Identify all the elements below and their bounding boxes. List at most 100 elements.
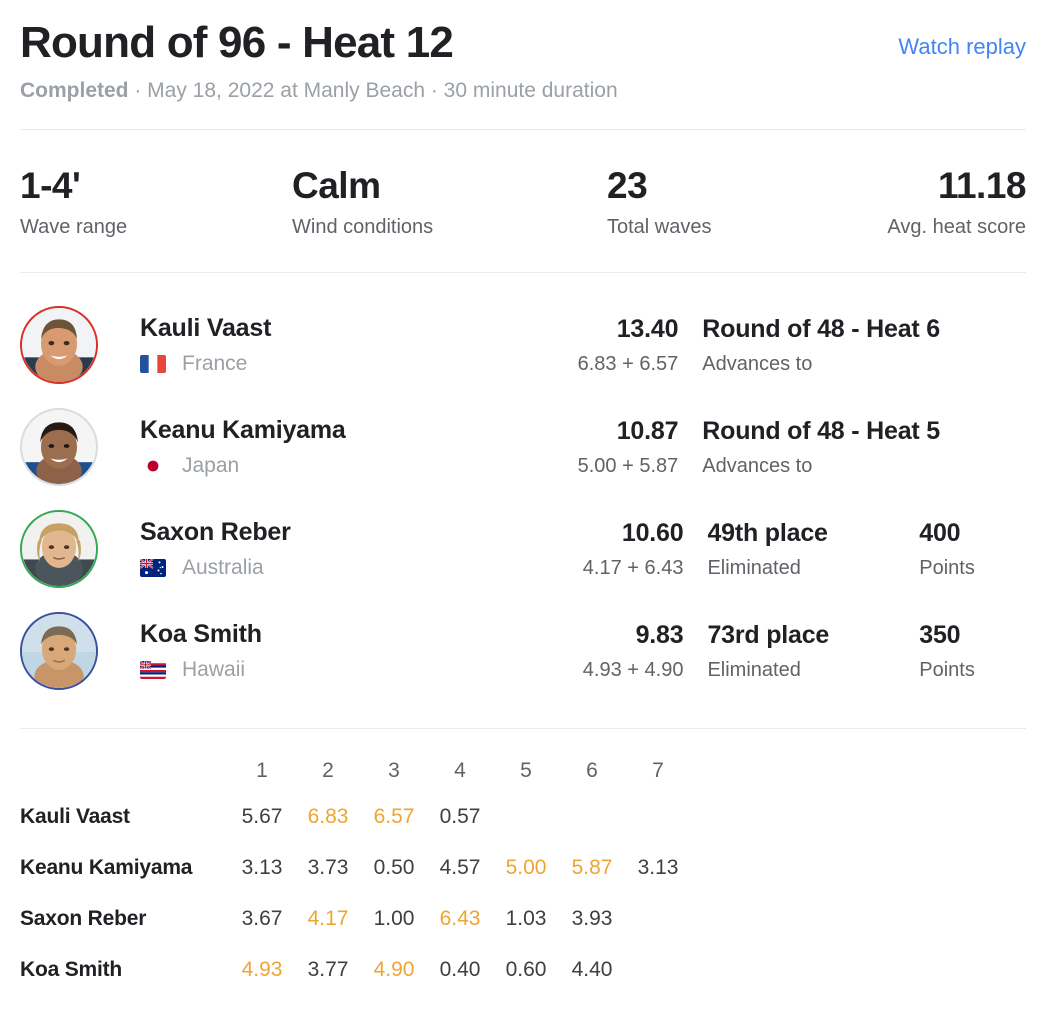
stat-value: 1-4' bbox=[20, 164, 81, 206]
country-name: Australia bbox=[182, 556, 264, 580]
avatar-photo bbox=[22, 512, 96, 586]
avatar bbox=[20, 408, 98, 486]
athlete-identity: Saxon Reber Australia bbox=[140, 517, 528, 580]
stat-label: Avg. heat score bbox=[887, 216, 1026, 238]
wave-row-athlete: Kauli Vaast bbox=[20, 804, 130, 828]
athlete-identity: Koa Smith Hawaii bbox=[140, 619, 528, 682]
avatar-photo bbox=[22, 614, 96, 688]
wave-score-cell: 3.13 bbox=[637, 855, 679, 879]
wave-score-cell: 3.77 bbox=[307, 957, 349, 981]
score-total: 10.87 bbox=[616, 417, 679, 445]
country-line: Australia bbox=[140, 555, 528, 580]
avatar-photo bbox=[22, 308, 96, 382]
wave-column-header: 3 bbox=[388, 759, 400, 782]
table-row: Keanu Kamiyama 3.13 3.73 0.50 4.57 5.00 … bbox=[20, 842, 691, 893]
athlete-row[interactable]: Koa Smith Hawaii 9.83 4.93 + 4.90 73rd p… bbox=[20, 600, 1026, 702]
athlete-results-list: Kauli Vaast France 13.40 6.83 + 6.57 Rou… bbox=[20, 273, 1026, 702]
wave-column-header: 7 bbox=[652, 759, 664, 782]
athlete-row[interactable]: Saxon Reber Australia 10.60 4.17 + 6.43 … bbox=[20, 498, 1026, 600]
wave-score-cell: 4.90 bbox=[373, 957, 415, 981]
wave-row-athlete: Koa Smith bbox=[20, 957, 123, 981]
wave-row-athlete: Keanu Kamiyama bbox=[20, 855, 193, 879]
title-row: Round of 96 - Heat 12 Watch replay bbox=[20, 18, 1026, 67]
portrait-saxon-reber bbox=[22, 512, 96, 586]
wave-scores-table: 1 2 3 4 5 6 7 Kauli Vaast 5.67 6.83 6.57… bbox=[20, 751, 691, 995]
wave-score-cell: 5.00 bbox=[505, 855, 547, 879]
points-column: 350 Points bbox=[919, 620, 1026, 682]
score-total: 10.60 bbox=[621, 519, 684, 547]
status-badge: Completed bbox=[20, 79, 129, 103]
wave-score-cell: 0.50 bbox=[373, 855, 415, 879]
watch-replay-link[interactable]: Watch replay bbox=[898, 36, 1026, 58]
flag-france-svg bbox=[140, 355, 166, 373]
result-column: 49th place Eliminated bbox=[707, 518, 911, 580]
wave-score-cell bbox=[625, 944, 691, 995]
points-value: 350 bbox=[919, 621, 961, 649]
heat-results-page: Round of 96 - Heat 12 Watch replay Compl… bbox=[0, 0, 1046, 1032]
page-title: Round of 96 - Heat 12 bbox=[20, 18, 454, 67]
stat-total-waves: 23 Total waves bbox=[607, 165, 877, 239]
athlete-row[interactable]: Kauli Vaast France 13.40 6.83 + 6.57 Rou… bbox=[20, 294, 1026, 396]
wave-score-cell: 1.03 bbox=[505, 906, 547, 930]
score-total: 9.83 bbox=[635, 621, 684, 649]
flag-france-icon bbox=[140, 355, 166, 373]
stat-wave-range: 1-4' Wave range bbox=[20, 165, 292, 239]
stat-value: 23 bbox=[607, 164, 648, 206]
wave-score-cell: 3.13 bbox=[241, 855, 283, 879]
result-main: Round of 48 - Heat 6 bbox=[702, 315, 940, 343]
wave-score-cell bbox=[493, 791, 559, 842]
score-breakdown: 4.93 + 4.90 bbox=[582, 659, 684, 681]
wave-score-cell bbox=[559, 791, 625, 842]
score-breakdown: 5.00 + 5.87 bbox=[577, 455, 679, 477]
result-column: 73rd place Eliminated bbox=[707, 620, 911, 682]
stat-wind-conditions: Calm Wind conditions bbox=[292, 165, 607, 239]
divider-waves bbox=[20, 728, 1026, 729]
wave-score-cell: 1.00 bbox=[373, 906, 415, 930]
conditions-stats: 1-4' Wave range Calm Wind conditions 23 … bbox=[20, 130, 1027, 239]
country-name: France bbox=[182, 352, 248, 376]
wave-score-cell: 0.60 bbox=[505, 957, 547, 981]
flag-japan-svg bbox=[140, 457, 166, 475]
athlete-name: Keanu Kamiyama bbox=[140, 416, 346, 445]
wave-column-header: 6 bbox=[586, 759, 598, 782]
wave-column-header: 4 bbox=[454, 759, 466, 782]
wave-score-cell: 4.40 bbox=[571, 957, 613, 981]
heat-subtitle: Completed · May 18, 2022 at Manly Beach … bbox=[20, 77, 1026, 104]
portrait-kauli-vaast bbox=[22, 308, 96, 382]
wave-score-cell: 4.17 bbox=[307, 906, 349, 930]
country-line: France bbox=[140, 351, 524, 376]
wave-table-head: 1 2 3 4 5 6 7 bbox=[20, 751, 691, 791]
wave-score-cell: 5.87 bbox=[571, 855, 613, 879]
result-column: Round of 48 - Heat 6 Advances to bbox=[702, 314, 940, 376]
avatar bbox=[20, 612, 98, 690]
athlete-row[interactable]: Keanu Kamiyama Japan 10.87 5.00 + 5.87 R… bbox=[20, 396, 1026, 498]
result-main: 73rd place bbox=[707, 621, 830, 649]
athlete-name: Kauli Vaast bbox=[140, 314, 272, 343]
stat-label: Wave range bbox=[20, 216, 128, 238]
athlete-name: Koa Smith bbox=[140, 620, 262, 649]
portrait-keanu-kamiyama bbox=[22, 410, 96, 484]
stat-label: Total waves bbox=[607, 216, 712, 238]
athlete-identity: Kauli Vaast France bbox=[140, 313, 524, 376]
score-column: 10.87 5.00 + 5.87 bbox=[524, 416, 679, 478]
points-label: Points bbox=[919, 557, 975, 579]
result-main: Round of 48 - Heat 5 bbox=[702, 417, 940, 445]
result-column: Round of 48 - Heat 5 Advances to bbox=[702, 416, 940, 478]
flag-hawaii-svg bbox=[140, 661, 166, 679]
stat-value: 11.18 bbox=[937, 164, 1027, 206]
wave-row-athlete: Saxon Reber bbox=[20, 906, 147, 930]
table-row: Kauli Vaast 5.67 6.83 6.57 0.57 bbox=[20, 791, 691, 842]
stat-label: Wind conditions bbox=[292, 216, 434, 238]
wave-score-cell: 0.57 bbox=[439, 804, 481, 828]
wave-score-cell: 3.73 bbox=[307, 855, 349, 879]
heat-meta: · May 18, 2022 at Manly Beach · 30 minut… bbox=[128, 79, 618, 103]
country-line: Hawaii bbox=[140, 657, 528, 682]
wave-score-cell: 6.83 bbox=[307, 804, 349, 828]
country-name: Japan bbox=[182, 454, 240, 478]
wave-column-header: 2 bbox=[322, 759, 334, 782]
wave-column-header: 5 bbox=[520, 759, 532, 782]
portrait-koa-smith bbox=[22, 614, 96, 688]
score-total: 13.40 bbox=[616, 315, 679, 343]
wave-score-cell bbox=[625, 893, 691, 944]
flag-hawaii-icon bbox=[140, 661, 166, 679]
